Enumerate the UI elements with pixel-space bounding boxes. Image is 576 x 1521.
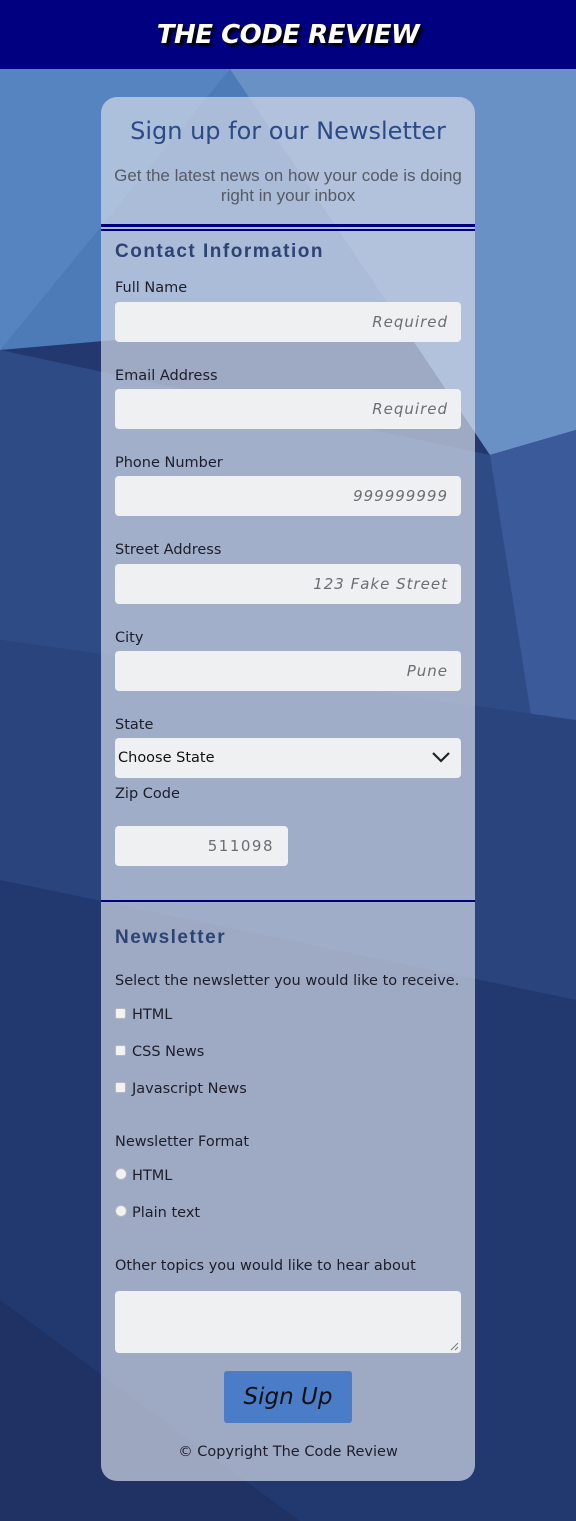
newsletter-option-html[interactable]: HTML: [115, 1006, 172, 1024]
chevron-down-icon: [432, 752, 450, 763]
format-label: Newsletter Format: [115, 1134, 250, 1150]
topics-label: Other topics you would like to hear abou…: [115, 1258, 416, 1274]
topics-textarea[interactable]: [115, 1291, 461, 1353]
sign-up-button[interactable]: Sign Up: [224, 1371, 352, 1423]
phone-input[interactable]: [115, 476, 461, 516]
option-label: HTML: [132, 1007, 173, 1023]
contact-heading: Contact Information: [115, 241, 324, 262]
newsletter-option-javascript[interactable]: Javascript News: [115, 1080, 247, 1098]
radio-button[interactable]: [115, 1168, 127, 1180]
radio-button[interactable]: [115, 1205, 127, 1217]
option-label: Plain text: [132, 1205, 201, 1221]
newsletter-intro: Select the newsletter you would like to …: [115, 973, 460, 989]
full-name-input[interactable]: [115, 302, 461, 342]
option-label: CSS News: [132, 1044, 205, 1060]
checkbox[interactable]: [115, 1007, 126, 1019]
email-label: Email Address: [115, 368, 218, 384]
option-label: HTML: [132, 1168, 173, 1184]
site-title: THE CODE REVIEW: [156, 19, 420, 50]
state-label: State: [115, 717, 154, 733]
city-input[interactable]: [115, 651, 461, 691]
street-input[interactable]: [115, 564, 461, 604]
option-label: Javascript News: [132, 1081, 247, 1097]
newsletter-heading: Newsletter: [115, 927, 227, 948]
full-name-label: Full Name: [115, 280, 188, 296]
form-title: Sign up for our Newsletter: [130, 117, 446, 145]
section-divider: [101, 900, 475, 902]
state-selected-value: Choose State: [118, 750, 215, 766]
phone-label: Phone Number: [115, 455, 223, 471]
format-option-html[interactable]: HTML: [115, 1167, 172, 1185]
email-input[interactable]: [115, 389, 461, 429]
resize-grip-icon[interactable]: [450, 1342, 459, 1351]
zip-label: Zip Code: [115, 786, 180, 802]
section-divider: [101, 224, 475, 231]
copyright-text: © Copyright The Code Review: [178, 1444, 398, 1460]
checkbox[interactable]: [115, 1081, 126, 1093]
signup-card: Sign up for our Newsletter Get the lates…: [101, 97, 475, 1481]
newsletter-option-css[interactable]: CSS News: [115, 1043, 204, 1061]
state-select[interactable]: Choose State: [115, 738, 461, 778]
checkbox[interactable]: [115, 1044, 126, 1056]
zip-input[interactable]: 511098: [115, 826, 288, 866]
form-subtitle: Get the latest news on how your code is …: [114, 166, 462, 205]
city-label: City: [115, 630, 144, 646]
site-header: THE CODE REVIEW: [0, 0, 576, 69]
street-label: Street Address: [115, 542, 222, 558]
format-option-plain-text[interactable]: Plain text: [115, 1204, 200, 1222]
